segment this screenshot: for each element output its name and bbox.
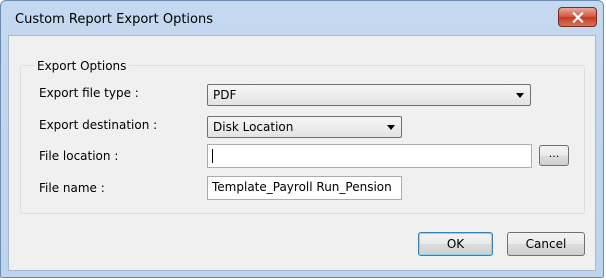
window-title: Custom Report Export Options — [15, 12, 214, 27]
dropdown-arrow-icon — [387, 125, 395, 130]
export-file-type-label: Export file type : — [39, 86, 139, 100]
export-destination-value: Disk Location — [213, 120, 294, 134]
file-location-label: File location : — [39, 149, 119, 163]
close-icon — [571, 11, 584, 23]
close-button[interactable] — [558, 7, 597, 27]
export-destination-select[interactable]: Disk Location — [207, 116, 402, 138]
export-file-type-value: PDF — [213, 88, 237, 102]
cancel-button[interactable]: Cancel — [507, 232, 585, 256]
title-bar[interactable]: Custom Report Export Options — [1, 1, 603, 35]
file-name-label: File name : — [39, 181, 105, 195]
ok-button[interactable]: OK — [418, 232, 493, 256]
file-name-input[interactable]: Template_Payroll Run_Pension — [207, 176, 402, 200]
export-file-type-select[interactable]: PDF — [207, 84, 531, 106]
text-caret — [212, 149, 213, 163]
file-location-input[interactable] — [207, 144, 532, 168]
browse-button[interactable]: ... — [539, 145, 569, 166]
group-legend: Export Options — [34, 59, 130, 73]
file-name-value: Template_Payroll Run_Pension — [212, 180, 392, 194]
export-destination-label: Export destination : — [39, 118, 158, 132]
dropdown-arrow-icon — [516, 93, 524, 98]
